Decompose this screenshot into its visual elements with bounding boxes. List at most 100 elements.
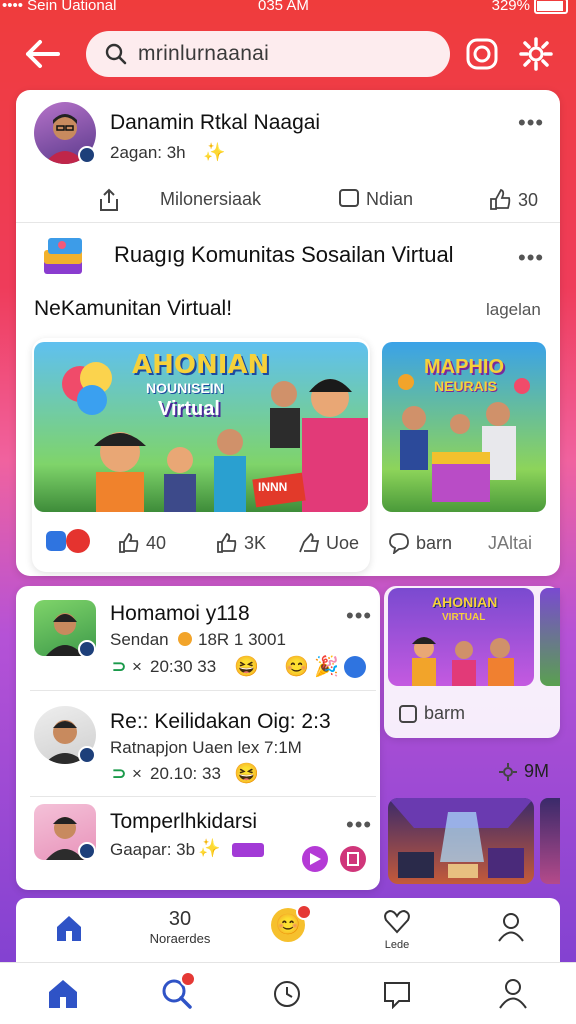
divider (30, 796, 376, 797)
more-options-button[interactable]: ••• (518, 110, 544, 136)
send-icon (310, 853, 321, 865)
media-like-count: 40 (146, 532, 167, 553)
notification-dot (180, 971, 196, 987)
tag-badge (232, 843, 264, 857)
share-icon (299, 532, 320, 553)
feed-more-3[interactable]: ••• (346, 812, 372, 838)
side-room-image[interactable] (388, 798, 534, 884)
side-feed-count-label: 9M (524, 761, 550, 781)
nav-home-alt[interactable] (52, 912, 86, 949)
comment-icon (389, 533, 409, 554)
divider (16, 222, 560, 223)
banner-subtitle: NOUNISEIN (146, 380, 224, 396)
banner-word: Virtual (158, 398, 220, 420)
nav-notification-count: 30 (168, 908, 192, 930)
verified-badge-icon (78, 842, 96, 860)
search-input-text[interactable]: mrinlurnaanai (138, 42, 269, 66)
feed-meta-1b: 18R 1 3001 (198, 630, 286, 649)
feed-meta-2: Ratnapjon Uaen lex 7:1M (110, 738, 302, 757)
verified-badge-icon (78, 640, 96, 658)
comment-button[interactable]: Ndian (338, 188, 413, 210)
nav-home[interactable] (46, 977, 80, 1014)
media-share-count: Uoe (326, 532, 360, 553)
thumbs-up-icon (119, 532, 139, 553)
nav-likes[interactable]: Lede (372, 908, 422, 951)
reaction-app-icon (46, 531, 66, 551)
side-feed-button[interactable]: barm (398, 703, 465, 724)
community-banner-image[interactable]: AHONIAN NOUNISEIN Virtual INNN (34, 342, 368, 512)
banner-title: AHONIAN (132, 350, 270, 380)
like-button[interactable]: 30 (488, 188, 538, 212)
side-banner-image[interactable]: MAPHIO NEURAIS (382, 342, 546, 512)
battery-icon (534, 0, 568, 14)
message-icon (344, 656, 366, 678)
comment-icon (399, 704, 417, 723)
share-button[interactable] (98, 188, 120, 212)
smile-emoji-icon: 😊 (284, 656, 309, 678)
multiply-icon: × (132, 657, 142, 676)
multiply-icon: × (132, 764, 142, 783)
nav-history[interactable] (272, 979, 302, 1014)
thumbs-up-icon (217, 532, 237, 553)
save-button[interactable] (340, 846, 366, 872)
nav-profile[interactable] (498, 977, 528, 1014)
side-banner-subtitle: NEURAIS (434, 378, 498, 394)
laugh-emoji-icon: 😆 (234, 656, 259, 678)
media-share-button[interactable]: Uoe (298, 532, 359, 554)
emoji-icon: ✨ (203, 142, 226, 162)
lens-icon (466, 38, 498, 70)
home-icon (57, 916, 81, 941)
community-subtitle: NeKamunitan Virtual! (34, 297, 233, 320)
media-like-button[interactable]: 40 (118, 532, 166, 554)
nav-search[interactable] (160, 971, 196, 1016)
nav-reactions[interactable]: 😊 (268, 904, 312, 942)
side-label: JAltai (488, 533, 533, 553)
nav-messages[interactable] (382, 979, 412, 1014)
home-icon (49, 980, 77, 1008)
send-button[interactable] (302, 846, 328, 872)
user-icon (499, 979, 527, 1009)
side-feed-button-label: barm (424, 703, 466, 723)
notification-dot (296, 904, 312, 920)
feed-more-1[interactable]: ••• (346, 603, 372, 629)
settings-button[interactable] (518, 36, 554, 72)
nav-notifications[interactable]: 30 Noraerdes (140, 908, 220, 946)
feed-meta-3: Gaapar: 3b (110, 840, 196, 859)
see-more-link[interactable]: lagelan (486, 300, 541, 320)
bottom-nav (0, 962, 576, 1024)
chat-icon (384, 982, 410, 1010)
side-feed-image[interactable]: AHONIAN VIRTUAL (388, 588, 534, 686)
battery-percent: 329% (491, 0, 530, 14)
feed-name-3[interactable]: Tomperlhkidarsi (110, 810, 257, 834)
back-button[interactable] (22, 36, 62, 72)
community-title[interactable]: Ruagıg Komunitas Sosailan Virtual (114, 242, 454, 268)
like-count: 30 (518, 189, 539, 210)
share-icon (100, 188, 118, 211)
side-room-peek-image[interactable] (540, 798, 560, 884)
side-banner-title: MAPHIO (424, 356, 504, 378)
side-comment-button[interactable]: barn (388, 532, 452, 554)
feed-stats-1: 20:30 33 (150, 657, 217, 676)
side-feed-peek-image[interactable] (540, 588, 560, 686)
carrier-text: •••• Sein Uational (2, 0, 117, 14)
share-label[interactable]: Milonersiaak (160, 189, 261, 210)
search-icon (105, 43, 127, 65)
search-bar[interactable]: mrinlurnaanai (86, 31, 450, 77)
community-more-button[interactable]: ••• (518, 245, 544, 271)
post-author-name[interactable]: Danamin Rtkal Naagai (110, 111, 320, 135)
camera-button[interactable] (464, 36, 500, 72)
room-illustration (388, 798, 534, 878)
post-timestamp: 2agan: 3h (110, 143, 186, 162)
nav-notification-label: Noraerdes (149, 931, 211, 946)
verified-badge-icon (78, 146, 96, 164)
clock-text: 035 AM (258, 0, 309, 14)
bookmark-icon (347, 852, 359, 866)
user-icon (498, 913, 524, 942)
media-thumbs-button[interactable]: 3K (216, 532, 266, 554)
nav-profile-alt[interactable] (494, 912, 528, 947)
chart-icon: ⊃ (112, 764, 127, 783)
side-feed-count: 9M (498, 761, 549, 782)
sparkle-emoji-icon: ✨ (198, 838, 221, 858)
feed-name-1[interactable]: Homamoi y118 (110, 602, 250, 626)
feed-name-2[interactable]: Re:: Keilidakan Oig: 2:3 (110, 710, 331, 734)
